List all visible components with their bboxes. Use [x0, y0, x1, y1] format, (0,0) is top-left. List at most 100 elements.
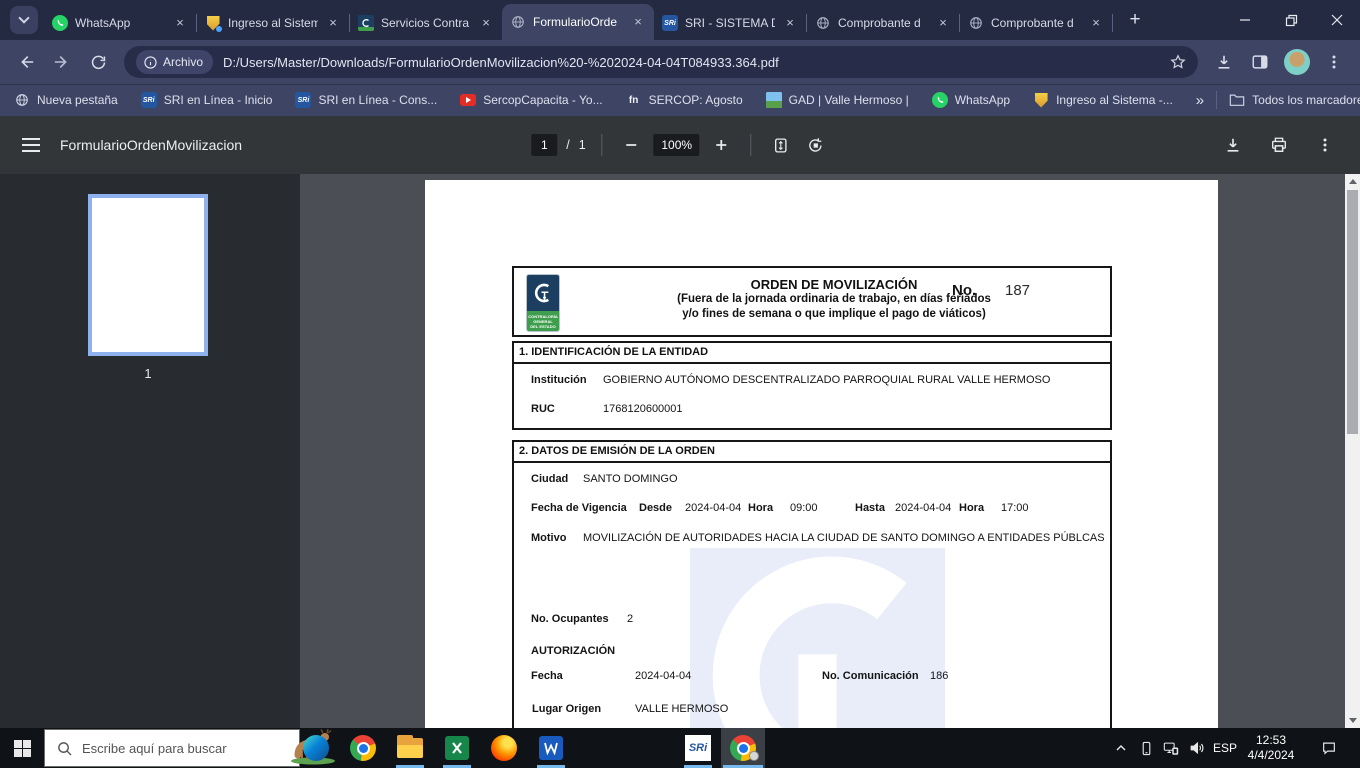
doc-header-box: CONTRALORÍA GENERAL DEL ESTADO ORDEN DE … [512, 266, 1112, 337]
back-button[interactable] [10, 46, 42, 78]
taskbar-excel[interactable] [437, 728, 477, 768]
tab-close-icon[interactable]: × [630, 14, 646, 30]
notification-dot [216, 26, 222, 32]
rotate-button[interactable] [803, 132, 829, 158]
taskbar-sri-app[interactable]: SRi [678, 728, 718, 768]
browser-menu-button[interactable] [1318, 46, 1350, 78]
bookmark-whatsapp[interactable]: WhatsApp [931, 92, 1010, 108]
tab-close-icon[interactable]: × [1088, 15, 1104, 31]
tab-servicios-contratacion[interactable]: Servicios Contra × [350, 6, 502, 40]
bookmark-sri-inicio[interactable]: SRi SRI en Línea - Inicio [140, 92, 272, 108]
zoom-level-field[interactable]: 100% [653, 134, 700, 156]
site-info-chip[interactable]: Archivo [136, 50, 214, 74]
tab-close-icon[interactable]: × [325, 15, 341, 31]
bookmark-label: SRI en Línea - Cons... [318, 93, 438, 107]
bookmark-label: SercopCapacita - Yo... [483, 93, 603, 107]
origen-value: VALLE HERMOSO [635, 703, 729, 715]
tab-comprobante-2[interactable]: Comprobante d × [960, 6, 1112, 40]
downloads-button[interactable] [1208, 46, 1240, 78]
folder-icon [1229, 94, 1245, 106]
youtube-icon [460, 94, 477, 106]
bookmarks-overflow-icon[interactable]: » [1196, 92, 1204, 109]
search-input[interactable] [82, 740, 232, 756]
bookmarks-bar: Nueva pestaña SRi SRI en Línea - Inicio … [0, 84, 1360, 116]
tray-network-icon[interactable] [1158, 728, 1184, 768]
new-tab-button[interactable]: + [1121, 6, 1149, 34]
tray-language-indicator[interactable]: ESP [1210, 728, 1240, 768]
motivo-value: MOVILIZACIÓN DE AUTORIDADES HACIA LA CIU… [583, 532, 1105, 544]
zoom-in-button[interactable] [709, 132, 735, 158]
browser-toolbar: Archivo D:/Users/Master/Downloads/Formul… [0, 40, 1360, 84]
taskbar-firefox[interactable] [484, 728, 524, 768]
bookmark-gad-valle-hermoso[interactable]: GAD | Valle Hermoso | [765, 92, 909, 108]
pdf-more-options-icon[interactable] [1312, 132, 1338, 158]
tab-formulario-active[interactable]: FormularioOrde × [502, 4, 654, 40]
tab-whatsapp[interactable]: WhatsApp × [44, 6, 196, 40]
cge-favicon [358, 15, 374, 31]
start-button[interactable] [0, 728, 44, 768]
bookmark-nueva-pestana[interactable]: Nueva pestaña [14, 92, 118, 108]
vertical-scrollbar[interactable] [1345, 174, 1360, 728]
comunicacion-value: 186 [930, 670, 949, 682]
side-panel-button[interactable] [1244, 46, 1276, 78]
section2-title: 2. DATOS DE EMISIÓN DE LA ORDEN [514, 442, 1110, 463]
tab-sri-sistema[interactable]: SRi SRI - SISTEMA D × [654, 6, 806, 40]
tray-chevron-up[interactable] [1108, 728, 1134, 768]
tab-close-icon[interactable]: × [478, 15, 494, 31]
tab-close-icon[interactable]: × [172, 15, 188, 31]
taskbar-search[interactable] [44, 729, 335, 767]
hasta-value: 2024-04-04 [895, 502, 952, 514]
scroll-up-icon[interactable] [1345, 174, 1360, 189]
fit-to-page-button[interactable] [768, 132, 794, 158]
divider [601, 134, 603, 156]
tray-clock[interactable]: 12:53 4/4/2024 [1240, 728, 1302, 768]
gad-favicon [765, 92, 782, 108]
bookmark-sercop-agosto[interactable]: fn SERCOP: Agosto [626, 92, 743, 108]
pdf-thumbnail-sidebar: 1 [0, 174, 300, 728]
tab-close-icon[interactable]: × [782, 15, 798, 31]
print-icon[interactable] [1266, 132, 1292, 158]
taskbar-file-explorer[interactable] [390, 728, 430, 768]
tray-device-icon[interactable] [1134, 728, 1158, 768]
bookmark-sri-consultas[interactable]: SRi SRI en Línea - Cons... [295, 92, 437, 108]
tab-search-button[interactable] [10, 6, 38, 34]
tray-notification-icon[interactable] [1312, 728, 1346, 768]
address-bar[interactable]: Archivo D:/Users/Master/Downloads/Formul… [124, 46, 1198, 78]
forward-button[interactable] [46, 46, 78, 78]
reload-button[interactable] [82, 46, 114, 78]
tab-ingreso-sistema[interactable]: Ingreso al Sistem × [197, 6, 349, 40]
page-thumbnail[interactable] [88, 194, 208, 356]
minimize-button[interactable] [1222, 0, 1268, 40]
pdf-download-icon[interactable] [1220, 132, 1246, 158]
scrollbar-thumb[interactable] [1347, 190, 1358, 434]
ruc-label: RUC [531, 403, 555, 415]
tray-volume-icon[interactable] [1184, 728, 1210, 768]
bookmark-star-icon[interactable] [1170, 54, 1186, 70]
bookmark-sercopcapacita[interactable]: SercopCapacita - Yo... [460, 93, 603, 107]
ocupantes-label: No. Ocupantes [531, 613, 609, 625]
cge-logo: CONTRALORÍA GENERAL DEL ESTADO [526, 274, 560, 332]
pdf-menu-icon[interactable] [22, 138, 40, 152]
bookmark-label: Nueva pestaña [37, 93, 118, 107]
pdf-page: CONTRALORÍA GENERAL DEL ESTADO ORDEN DE … [425, 180, 1218, 728]
all-bookmarks-button[interactable]: Todos los marcadores [1229, 93, 1360, 107]
tab-close-icon[interactable]: × [935, 15, 951, 31]
whatsapp-icon [931, 92, 948, 108]
close-window-button[interactable] [1314, 0, 1360, 40]
zoom-out-button[interactable] [619, 132, 645, 158]
bookmarks-right-group: » Todos los marcadores [1196, 91, 1360, 109]
taskbar-chrome[interactable] [343, 728, 383, 768]
taskbar-edge[interactable] [296, 728, 336, 768]
globe-icon [14, 92, 30, 108]
page-number-input[interactable] [531, 134, 558, 156]
hasta-label: Hasta [855, 502, 885, 514]
tab-comprobante-1[interactable]: Comprobante d × [807, 6, 959, 40]
tab-title: Comprobante d [838, 16, 921, 30]
page-total: 1 [578, 138, 586, 152]
bookmark-ingreso-sistema[interactable]: Ingreso al Sistema -... [1033, 92, 1173, 108]
restore-button[interactable] [1268, 0, 1314, 40]
taskbar-chrome-active[interactable] [721, 728, 765, 768]
taskbar-word[interactable] [531, 728, 571, 768]
profile-avatar[interactable] [1284, 49, 1310, 75]
scroll-down-icon[interactable] [1345, 713, 1360, 728]
